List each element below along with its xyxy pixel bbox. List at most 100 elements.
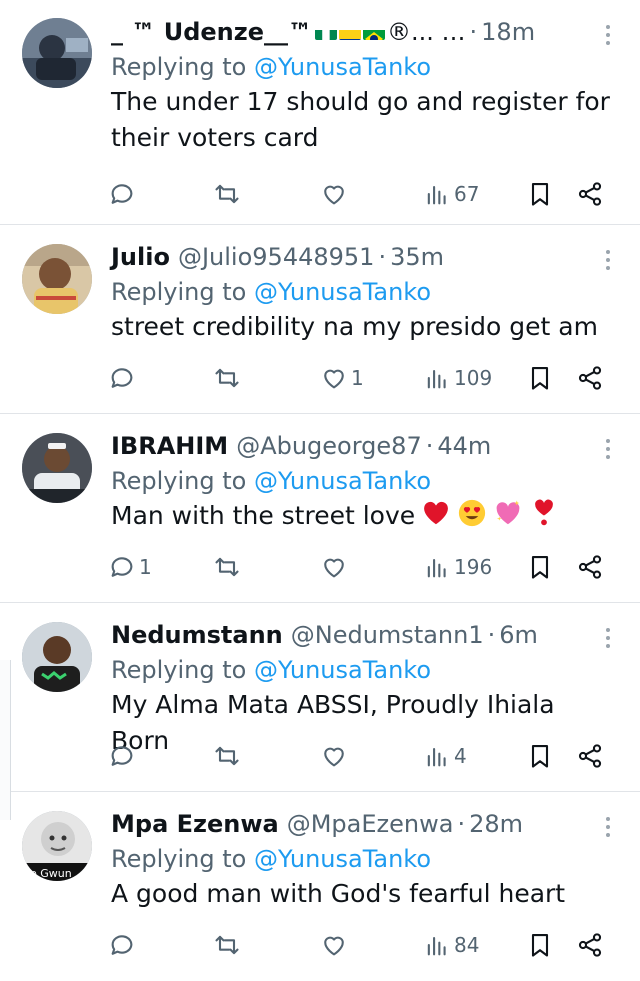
views-button[interactable]: 196 [423, 553, 492, 581]
bookmark-button[interactable] [526, 553, 554, 581]
brazil-flag-icon [363, 22, 385, 40]
bookmark-button[interactable] [526, 364, 554, 392]
share-nodes-icon [578, 933, 602, 957]
view-count: 4 [454, 744, 467, 768]
avatar[interactable] [22, 18, 92, 88]
avatar[interactable] [22, 244, 92, 314]
like-button[interactable] [320, 180, 351, 208]
more-options-icon[interactable] [598, 20, 618, 50]
share-button[interactable] [576, 742, 604, 770]
tweet-actions: 67 [108, 177, 622, 211]
more-options-icon[interactable] [598, 623, 618, 653]
more-options-icon[interactable] [598, 434, 618, 464]
timestamp[interactable]: 44m [437, 428, 491, 464]
share-nodes-icon [578, 366, 602, 390]
heart-outline-icon [324, 747, 344, 767]
flag-emojis [315, 22, 385, 40]
replying-label: Replying to [111, 467, 247, 495]
display-name[interactable]: Julio [111, 239, 170, 275]
retweet-button[interactable] [213, 553, 244, 581]
red-heart-icon [424, 501, 449, 525]
view-count: 67 [454, 182, 480, 206]
tweet-header: Mpa Ezenwa @MpaEzenwa · 28m [111, 806, 620, 842]
tweet-card[interactable]: _ ™ Udenze__™ ®... … · 18m Replying to @… [0, 0, 640, 225]
like-button[interactable] [320, 931, 351, 959]
replying-label: Replying to [111, 278, 247, 306]
reply-button[interactable]: 1 [108, 553, 152, 581]
side-handle[interactable] [0, 660, 11, 820]
more-options-icon[interactable] [598, 245, 618, 275]
reply-button[interactable] [108, 742, 139, 770]
bookmark-icon [531, 556, 549, 579]
like-button[interactable] [320, 742, 351, 770]
avatar[interactable]: ke Gwun [22, 811, 92, 881]
display-name[interactable]: Nedumstann [111, 617, 283, 653]
view-count: 196 [454, 555, 493, 579]
reply-button[interactable] [108, 931, 139, 959]
separator-dot: · [469, 18, 478, 46]
display-name[interactable]: _ ™ Udenze__™ [111, 14, 312, 50]
separator-dot: · [425, 432, 434, 460]
like-button[interactable]: 1 [320, 364, 364, 392]
avatar[interactable] [22, 622, 92, 692]
tweet-card[interactable]: ke Gwun Mpa Ezenwa @MpaEzenwa · 28m Repl… [0, 792, 640, 981]
views-button[interactable]: 4 [423, 742, 467, 770]
timestamp[interactable]: 35m [390, 239, 444, 275]
tweet-text-body: Man with the street love [111, 501, 416, 530]
reply-button[interactable] [108, 180, 139, 208]
mention-link[interactable]: @YunusaTanko [254, 278, 431, 306]
tweet-card[interactable]: Nedumstann @Nedumstann1 · 6m Replying to… [0, 603, 640, 792]
views-button[interactable]: 84 [423, 931, 479, 959]
separator-dot: · [378, 243, 387, 271]
avatar-caption: ke Gwun [24, 867, 72, 880]
avatar[interactable] [22, 433, 92, 503]
speech-bubble-icon [111, 746, 133, 766]
more-options-icon[interactable] [598, 812, 618, 842]
bookmark-button[interactable] [526, 931, 554, 959]
tweet-card[interactable]: IBRAHIM @Abugeorge87 · 44m Replying to @… [0, 414, 640, 603]
tweet-card[interactable]: Julio @Julio95448951 · 35m Replying to @… [0, 225, 640, 414]
mention-link[interactable]: @YunusaTanko [254, 53, 431, 81]
user-handle[interactable]: @MpaEzenwa [287, 806, 454, 842]
timestamp[interactable]: 6m [499, 617, 538, 653]
share-button[interactable] [576, 931, 604, 959]
share-nodes-icon [578, 555, 602, 579]
bar-chart-icon [427, 558, 446, 578]
bookmark-icon [531, 745, 549, 768]
view-count: 84 [454, 933, 480, 957]
name-truncation: ®... … [387, 18, 466, 46]
retweet-button[interactable] [213, 931, 244, 959]
tweet-content: Mpa Ezenwa @MpaEzenwa · 28m Replying to … [111, 806, 620, 912]
bar-chart-icon [427, 185, 446, 205]
retweet-button[interactable] [213, 180, 244, 208]
bookmark-button[interactable] [526, 180, 554, 208]
timestamp[interactable]: 28m [469, 806, 523, 842]
retweet-arrows-icon [215, 746, 239, 766]
share-button[interactable] [576, 364, 604, 392]
tweet-header: IBRAHIM @Abugeorge87 · 44m [111, 428, 620, 464]
speech-bubble-icon [111, 368, 133, 388]
display-name[interactable]: IBRAHIM [111, 428, 228, 464]
user-handle[interactable]: @Nedumstann1 [291, 617, 484, 653]
mention-link[interactable]: @YunusaTanko [254, 467, 431, 495]
share-button[interactable] [576, 180, 604, 208]
mention-link[interactable]: @YunusaTanko [254, 845, 431, 873]
tweet-actions: 4 [108, 739, 622, 773]
mention-link[interactable]: @YunusaTanko [254, 656, 431, 684]
views-button[interactable]: 67 [423, 180, 479, 208]
like-button[interactable] [320, 553, 351, 581]
display-name[interactable]: Mpa Ezenwa [111, 806, 279, 842]
retweet-button[interactable] [213, 364, 244, 392]
bookmark-icon [531, 934, 549, 957]
user-handle[interactable]: @Abugeorge87 [236, 428, 422, 464]
bookmark-button[interactable] [526, 742, 554, 770]
user-handle[interactable]: @Julio95448951 [178, 239, 374, 275]
reply-button[interactable] [108, 364, 139, 392]
retweet-button[interactable] [213, 742, 244, 770]
reply-count: 1 [139, 555, 152, 579]
views-button[interactable]: 109 [423, 364, 492, 392]
bookmark-icon [531, 183, 549, 206]
share-button[interactable] [576, 553, 604, 581]
replying-to: Replying to @YunusaTanko [111, 842, 620, 876]
timestamp[interactable]: 18m [481, 14, 535, 50]
